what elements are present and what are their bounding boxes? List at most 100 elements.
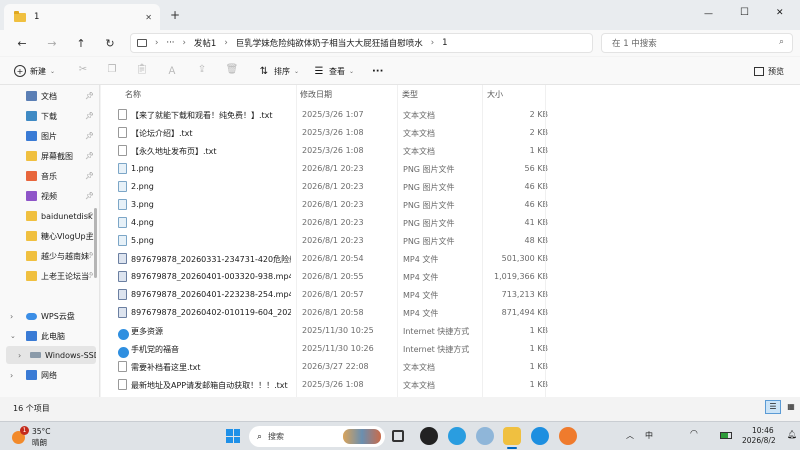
file-row[interactable]: 897679878_20260401-003320-938.mp4 2026/8/… (113, 268, 548, 286)
address-bar[interactable]: › ··· › 发帖1 › 巨乳学妹危险纯欲体奶子相当大大屁狂插自慰喷水 › 1 (130, 33, 593, 53)
file-row[interactable]: 手机党的福音 2025/11/30 10:26 Internet 快捷方式 1 KB (113, 340, 548, 358)
sort-button[interactable]: ⇅ 排序 ⌄ (258, 63, 299, 79)
image-file-icon (118, 235, 127, 246)
new-tab-button[interactable]: + (170, 8, 180, 22)
view-button[interactable]: ☰ 查看 ⌄ (313, 63, 355, 79)
file-type: PNG 图片文件 (403, 201, 455, 210)
rename-icon[interactable]: Ａ (166, 63, 178, 77)
sidebar-item[interactable]: 文档 📌︎ (6, 87, 96, 105)
cut-icon[interactable]: ✂ (77, 63, 89, 75)
delete-icon[interactable]: 🗑︎ (226, 63, 239, 75)
sidebar-item-label: 图片 (41, 131, 57, 141)
file-explorer-icon[interactable] (503, 427, 521, 445)
tiles-view-button[interactable]: ▦ (784, 400, 798, 414)
file-row[interactable]: 需要补档看这里.txt 2026/3/27 22:08 文本文档 1 KB (113, 358, 548, 376)
clock-time[interactable]: 10:46 (752, 426, 774, 435)
file-size: 713,213 KB (501, 290, 548, 299)
qq-icon[interactable] (420, 427, 438, 445)
file-row[interactable]: 4.png 2026/8/1 20:23 PNG 图片文件 41 KB (113, 214, 548, 232)
sidebar-item[interactable]: 音乐 📌︎ (6, 167, 96, 185)
weather-widget[interactable]: 1 35°C 晴朗 (8, 425, 78, 449)
chevron-up-icon[interactable]: ︿ (626, 430, 634, 441)
file-row[interactable]: 1.png 2026/8/1 20:23 PNG 图片文件 56 KB (113, 160, 548, 178)
minimize-button[interactable]: — (704, 9, 713, 19)
column-header-type[interactable]: 类型 (402, 89, 418, 100)
sidebar-item[interactable]: 上老王论坛当 📌︎ (6, 267, 96, 285)
image-file-icon (118, 181, 127, 192)
breadcrumb-item[interactable]: 巨乳学妹危险纯欲体奶子相当大大屁狂插自慰喷水 (236, 37, 423, 49)
sidebar-item[interactable]: 屏幕截图 📌︎ (6, 147, 96, 165)
sidebar-item-label: 上老王论坛当 (41, 271, 89, 281)
sidebar-item-network[interactable]: › 网络 (6, 366, 96, 384)
paste-icon[interactable]: 📋︎ (136, 63, 149, 75)
app-icon[interactable] (559, 427, 577, 445)
file-row[interactable]: 【论坛介绍】.txt 2025/3/26 1:08 文本文档 2 KB (113, 124, 548, 142)
sidebar-item[interactable]: 越少与越南妹 📌︎ (6, 247, 96, 265)
file-row[interactable]: 【永久地址发布页】.txt 2025/3/26 1:08 文本文档 1 KB (113, 142, 548, 160)
start-icon[interactable] (224, 427, 242, 445)
column-header-size[interactable]: 大小 (487, 89, 503, 100)
sidebar-item[interactable]: 图片 📌︎ (6, 127, 96, 145)
file-row[interactable]: 【来了就能下载和观看！纯免费！】.txt 2025/3/26 1:07 文本文档 2 … (113, 106, 548, 124)
sidebar-item[interactable]: 糖心VlogUp主 📌︎ (6, 227, 96, 245)
app-icon[interactable] (531, 427, 549, 445)
chevron-right-icon: › (224, 38, 228, 48)
file-row[interactable]: 5.png 2026/8/1 20:23 PNG 图片文件 48 KB (113, 232, 548, 250)
sidebar-item-drive[interactable]: › Windows-SSD (6, 346, 96, 364)
file-date: 2025/3/26 1:08 (302, 128, 364, 137)
breadcrumb-item[interactable]: 发帖1 (194, 37, 216, 49)
sidebar-item-label: 网络 (41, 370, 57, 380)
copy-icon[interactable]: ❐ (106, 63, 118, 75)
sidebar-item[interactable]: 视频 📌︎ (6, 187, 96, 205)
tab-close-icon[interactable]: ✕ (145, 13, 152, 22)
file-row[interactable]: 2.png 2026/8/1 20:23 PNG 图片文件 46 KB (113, 178, 548, 196)
more-locations-button[interactable]: ··· (166, 38, 174, 48)
file-name: 更多资源 (131, 327, 163, 336)
file-row[interactable]: 897679878_20260331-234731-420危险纯... 2026/… (113, 250, 548, 268)
task-view-icon[interactable] (392, 430, 404, 442)
maximize-button[interactable]: ☐ (740, 7, 749, 18)
file-row[interactable]: 897679878_20260401-223238-254.mp4 2026/8/… (113, 286, 548, 304)
column-header-date[interactable]: 修改日期 (300, 89, 332, 100)
back-button[interactable]: ← (13, 34, 31, 52)
ime-indicator[interactable]: 中 (645, 430, 653, 441)
file-size: 46 KB (524, 200, 548, 209)
clock-date[interactable]: 2026/8/2 (742, 436, 776, 445)
details-view-button[interactable]: ☰ (765, 400, 781, 414)
file-name: 897679878_20260402-010119-604_20260... (131, 308, 291, 317)
file-name: 897679878_20260401-003320-938.mp4 (131, 272, 291, 281)
file-date: 2026/8/1 20:54 (302, 254, 364, 263)
refresh-button[interactable]: ↻ (101, 34, 119, 52)
notification-bell-icon[interactable]: 🔔︎ (787, 430, 797, 439)
new-button[interactable]: + 新建 ⌄ (14, 63, 55, 79)
more-options-button[interactable]: ··· (372, 63, 383, 79)
status-bar: 16 个项目 ☰ ▦ (0, 397, 800, 421)
breadcrumb-item[interactable]: 1 (442, 38, 447, 48)
sidebar-item-pc[interactable]: ⌄ 此电脑 (6, 327, 96, 345)
file-type: MP4 文件 (403, 255, 439, 264)
share-icon[interactable]: ⇪ (196, 63, 208, 75)
sidebar-scrollbar[interactable] (94, 88, 98, 388)
sidebar-item-wps[interactable]: › WPS云盘 (6, 307, 96, 325)
tab-1[interactable]: 1 ✕ (4, 4, 160, 30)
up-button[interactable]: ↑ (72, 34, 90, 52)
taskbar-search[interactable]: ⌕ 搜索 (249, 426, 385, 447)
taskbar-search-label: 搜索 (268, 432, 285, 441)
search-input[interactable]: 在 1 中搜索 ⌕ (601, 33, 793, 53)
video-file-icon (118, 307, 127, 318)
file-row[interactable]: 3.png 2026/8/1 20:23 PNG 图片文件 46 KB (113, 196, 548, 214)
forward-button[interactable]: → (43, 34, 61, 52)
file-row[interactable]: 更多资源 2025/11/30 10:25 Internet 快捷方式 1 KB (113, 322, 548, 340)
close-button[interactable]: ✕ (776, 8, 784, 18)
sort-icon: ⇅ (259, 65, 269, 77)
file-row[interactable]: 897679878_20260402-010119-604_20260... 20… (113, 304, 548, 322)
preview-button[interactable]: 预览 (754, 63, 784, 79)
file-row[interactable]: 最新地址及APP请发邮箱自动获取！！！.txt 2025/3/26 1:08 文本文… (113, 376, 548, 394)
sidebar-item[interactable]: baidunetdisk 📌︎ (6, 207, 96, 225)
sidebar-item[interactable]: 下载 📌︎ (6, 107, 96, 125)
browser-icon[interactable] (448, 427, 466, 445)
battery-icon[interactable] (720, 432, 732, 439)
app-icon[interactable] (476, 427, 494, 445)
wifi-icon[interactable]: ◠ (690, 429, 698, 439)
column-header-name[interactable]: 名称 (125, 89, 141, 100)
